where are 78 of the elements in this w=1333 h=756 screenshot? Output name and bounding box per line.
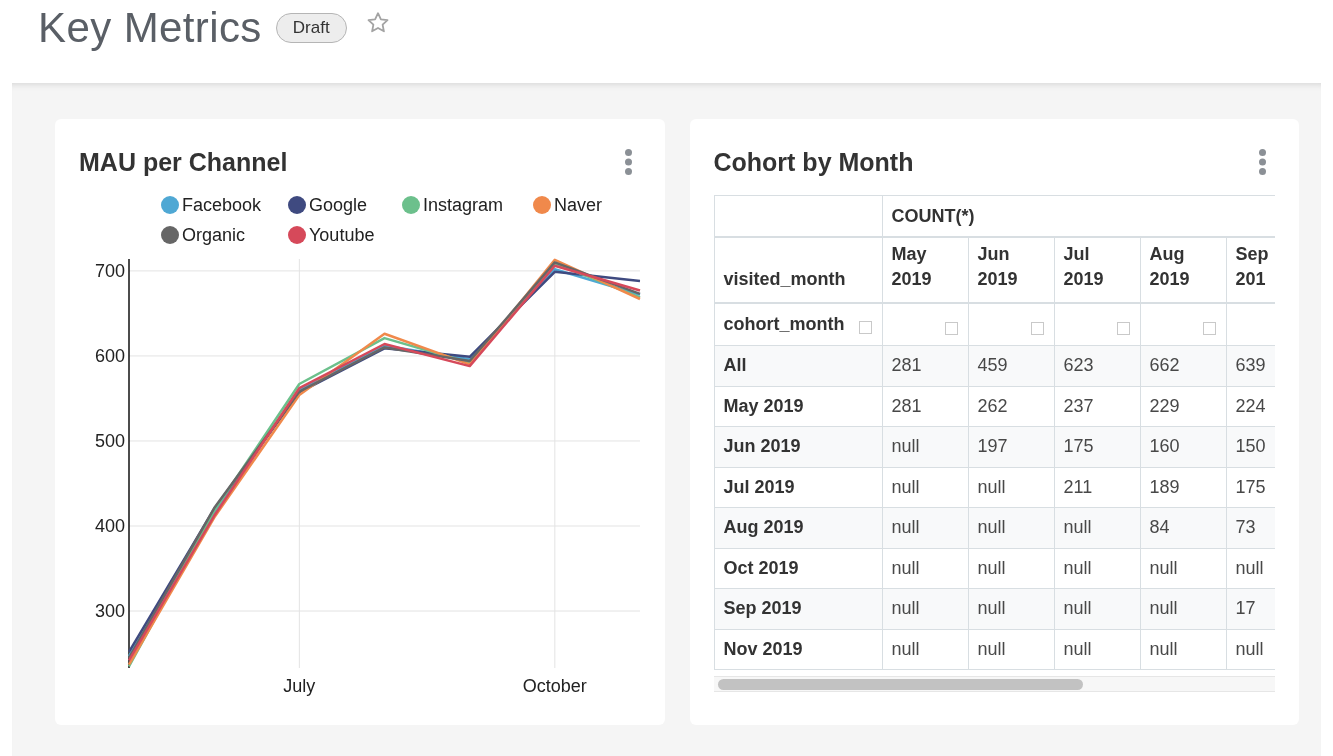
row-header: Aug 2019 [714, 507, 882, 548]
square-icon[interactable] [1030, 321, 1044, 335]
table-cell: 662 [1140, 345, 1226, 386]
legend-item[interactable]: Youtube [288, 224, 375, 246]
axis-label: July [283, 676, 316, 696]
table-cell: null [882, 588, 968, 629]
table-cell: 211 [1054, 467, 1140, 508]
table-cell: null [968, 548, 1054, 589]
table-cell: 160 [1140, 426, 1226, 467]
column-header: Aug 2019 [1140, 237, 1226, 303]
card-title: Cohort by Month [713, 147, 914, 177]
legend-item[interactable]: Naver [533, 194, 602, 216]
column-header: Jul 2019 [1054, 237, 1140, 303]
axis-label: 600 [94, 345, 125, 366]
dashboard-title: Key Metrics [38, 3, 262, 53]
table-cell: null [1054, 588, 1140, 629]
horizontal-scrollbar[interactable] [713, 676, 1275, 692]
column-header: Jun 2019 [968, 237, 1054, 303]
row-header: Jul 2019 [714, 467, 882, 508]
axis-label: 400 [94, 516, 125, 536]
kebab-menu-icon[interactable] [1259, 149, 1266, 175]
table-cell: null [882, 507, 968, 548]
table-cell: null [882, 548, 968, 589]
table-cell: null [882, 629, 968, 670]
square-icon[interactable] [944, 321, 958, 335]
row-header: Jun 2019 [714, 426, 882, 467]
scrollbar-thumb[interactable] [717, 678, 1083, 690]
table-cell: 623 [1054, 345, 1140, 386]
table-cell: 237 [1054, 386, 1140, 427]
table-cell: 639 [1226, 345, 1275, 386]
field-label: cohort_month [723, 314, 845, 335]
square-icon[interactable] [1116, 321, 1130, 335]
table-cell: 229 [1140, 386, 1226, 427]
table-cell: null [1054, 548, 1140, 589]
row-header: All [714, 345, 882, 386]
legend-item[interactable]: Google [288, 194, 368, 216]
column-header: May 2019 [882, 237, 968, 303]
row-header: Nov 2019 [714, 629, 882, 670]
table-cell: 17 [1226, 588, 1275, 629]
square-icon[interactable] [1202, 321, 1216, 335]
table-cell: 281 [882, 345, 968, 386]
star-icon[interactable] [366, 12, 389, 33]
status-badge: Draft [275, 13, 347, 43]
table-cell: 281 [882, 386, 968, 427]
card-title: MAU per Channel [79, 147, 288, 177]
table-cell: null [1140, 548, 1226, 589]
table-cell: null [1140, 629, 1226, 670]
table-cell: 197 [968, 426, 1054, 467]
table-cell: null [882, 426, 968, 467]
table-cell: 84 [1140, 507, 1226, 548]
table-cell: 459 [968, 345, 1054, 386]
row-header: May 2019 [714, 386, 882, 427]
column-header: COUNT(*) [882, 195, 1275, 237]
row-header: Oct 2019 [714, 548, 882, 589]
legend-item[interactable]: Organic [161, 224, 246, 246]
table-cell: null [968, 588, 1054, 629]
legend-item[interactable]: Facebook [161, 194, 262, 216]
table-cell: null [968, 507, 1054, 548]
legend-item[interactable]: Instagram [402, 194, 504, 216]
table-cell: null [968, 467, 1054, 508]
axis-label: October [522, 676, 587, 696]
table-cell: null [1054, 629, 1140, 670]
column-header: visited_month [714, 237, 882, 303]
square-icon[interactable] [858, 321, 872, 334]
kebab-menu-icon[interactable] [624, 149, 632, 175]
table-cell: 73 [1226, 507, 1275, 548]
table-cell: null [968, 629, 1054, 670]
table-cell: null [1054, 507, 1140, 548]
axis-label: 700 [94, 260, 125, 281]
table-cell: 262 [968, 386, 1054, 427]
table-cell: 175 [1054, 426, 1140, 467]
row-header: Sep 2019 [714, 588, 882, 629]
table-cell: null [1140, 588, 1226, 629]
axis-label: 500 [94, 430, 125, 451]
table-cell: null [882, 467, 968, 508]
table-cell: 189 [1140, 467, 1226, 508]
table-cell: 150 [1226, 426, 1275, 467]
axis-label: 300 [94, 601, 125, 622]
